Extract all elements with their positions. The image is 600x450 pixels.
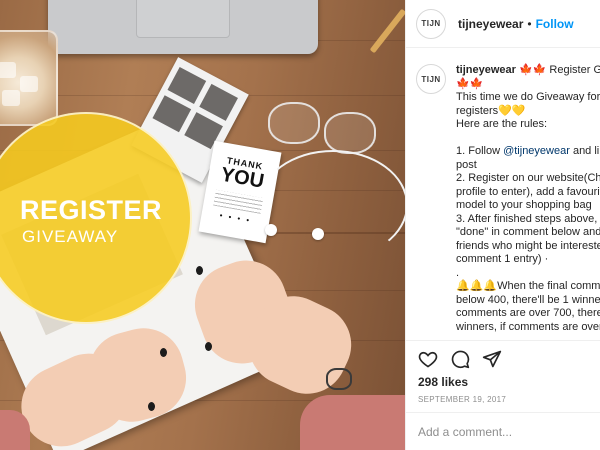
ice-cube [2, 90, 20, 106]
caption-line-15: . [456, 266, 460, 279]
post-sidebar: TIJN tijneyewear • Follow TIJN tijneyewe… [405, 0, 600, 450]
fingernail [148, 402, 155, 411]
iced-coffee-glass [0, 30, 58, 126]
caption-line-13: friends who might be intereste [456, 239, 600, 252]
caption-line-6: 1. Follow @tijneyewear and like [456, 145, 600, 159]
ice-cube [20, 76, 38, 92]
avatar[interactable]: TIJN [416, 8, 446, 39]
caption-row: TIJN tijneyewear 🍁🍁 Register Givea 🍁🍁 Th… [416, 64, 600, 334]
separator-dot: • [527, 16, 532, 31]
post-caption: TIJN tijneyewear 🍁🍁 Register Givea 🍁🍁 Th… [416, 64, 600, 334]
caption-avatar[interactable]: TIJN [416, 64, 446, 94]
mention-link[interactable]: @tijneyewear [503, 145, 570, 157]
caption-line-0: tijneyewear 🍁🍁 Register Givea [456, 64, 600, 78]
caption-line-0-text: 🍁🍁 Register Givea [518, 64, 600, 76]
caption-line-17: below 400, there'll be 1 winner, [456, 293, 600, 306]
caption-line-12: "done" in comment below and [456, 226, 600, 238]
eyeglasses-lens [268, 102, 320, 144]
caption-line-2: This time we do Giveaway for a [456, 91, 600, 103]
mention-suffix: and like [572, 145, 600, 157]
caption-line-5 [456, 132, 600, 146]
caption-line-4: Here are the rules: [456, 118, 548, 130]
eyeglasses-lens [324, 112, 376, 154]
caption-line-9: profile to enter), add a favourit [456, 185, 600, 198]
caption-text: tijneyewear 🍁🍁 Register Givea 🍁🍁 This ti… [456, 64, 600, 334]
ice-cube [0, 62, 16, 78]
card-photo [199, 83, 238, 121]
promo-subtitle: GIVEAWAY [22, 227, 119, 246]
action-icons [406, 341, 600, 371]
caption-line-14: comment 1 entry) · [456, 253, 549, 265]
pink-sleeve [300, 395, 405, 450]
caption-line-6-text: 1. Follow [456, 145, 504, 157]
fingernail [160, 348, 167, 357]
caption-line-19: winners, if comments are over [456, 320, 600, 333]
fingernail [196, 266, 203, 275]
caption-line-1: 🍁🍁 [456, 77, 484, 90]
laptop-trackpad [136, 0, 230, 38]
follow-button[interactable]: Follow [536, 17, 574, 31]
caption-line-3: registers💛💛 [456, 104, 526, 117]
caption-line-16: 🔔🔔🔔When the final comme [456, 280, 600, 292]
post-image[interactable]: THANK YOU • • • • REGISTER GIVEAWAY [0, 0, 405, 450]
heart-outline-icon[interactable] [418, 349, 438, 369]
card-photo [167, 66, 207, 104]
earbud [265, 224, 277, 236]
comment-input[interactable] [418, 424, 588, 439]
laptop [48, 0, 318, 54]
card-photo [152, 95, 192, 133]
caption-line-7: post [456, 158, 477, 171]
caption-line-10: model to your shopping bag [456, 199, 592, 211]
like-count[interactable]: 298 likes [406, 375, 600, 389]
avatar-text: TIJN [421, 19, 441, 28]
post-date: SEPTEMBER 19, 2017 [418, 395, 507, 404]
paper-plane-icon[interactable] [482, 349, 502, 369]
earphone-cable [258, 150, 405, 260]
caption-line-8: 2. Register on our website(Chec [456, 172, 600, 184]
comment-bubble-icon[interactable] [450, 349, 470, 369]
comment-bar [406, 412, 600, 450]
fingernail [205, 342, 212, 351]
caption-avatar-text: TIJN [421, 74, 441, 84]
wrist-tattoo [326, 368, 352, 390]
earbud [312, 228, 324, 240]
pencil [369, 8, 405, 54]
caption-line-11: 3. After finished steps above, w [456, 212, 600, 225]
header-username[interactable]: tijneyewear [458, 17, 523, 31]
caption-line-18: comments are over 700, there'l [456, 307, 600, 319]
promo-title: REGISTER [20, 195, 163, 225]
caption-username[interactable]: tijneyewear [456, 64, 516, 76]
post-header: TIJN tijneyewear • Follow [406, 0, 600, 48]
